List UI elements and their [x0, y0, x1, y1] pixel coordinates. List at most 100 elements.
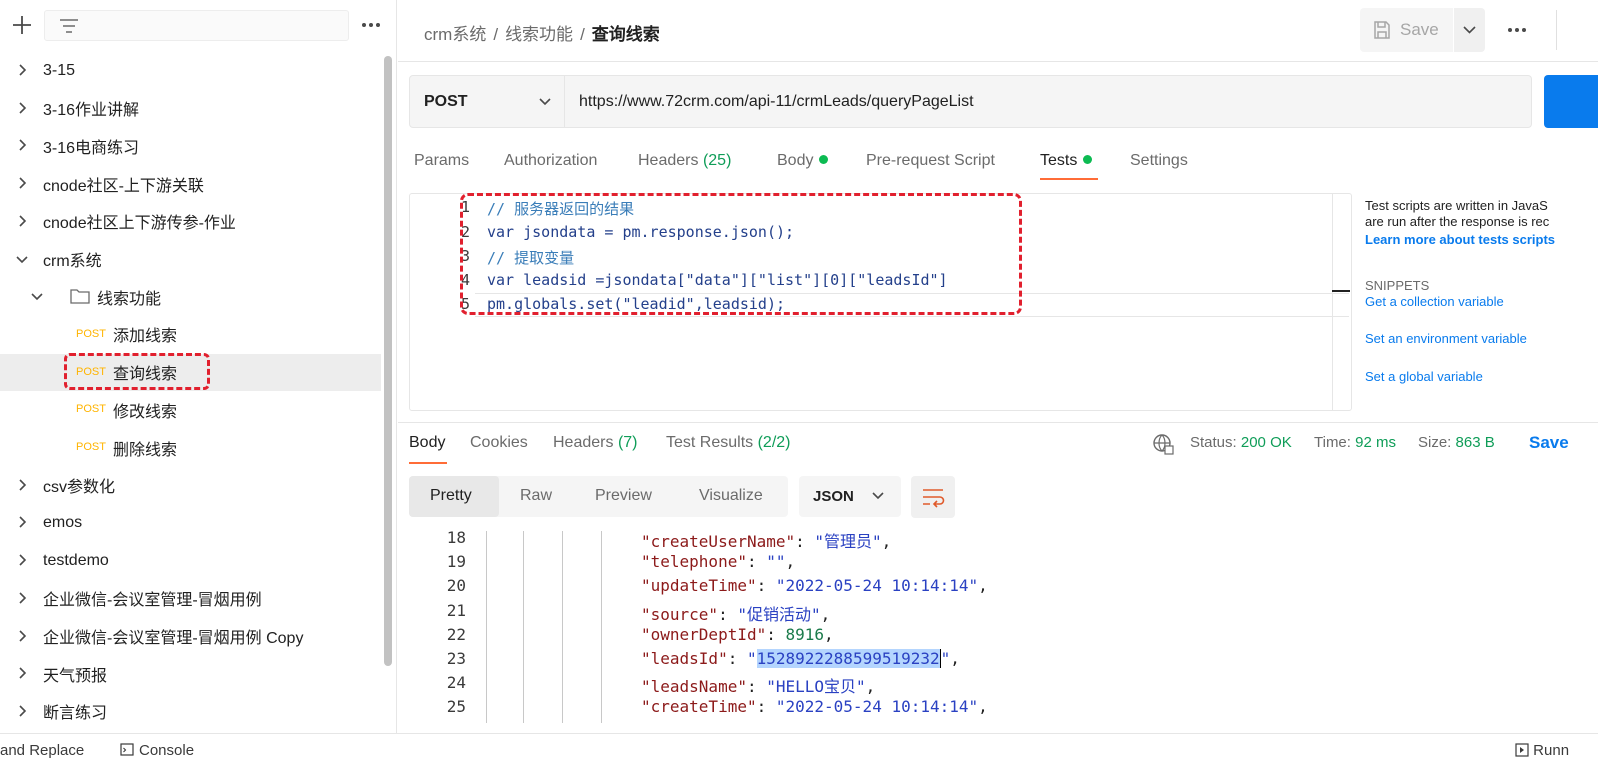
response-tab-headers[interactable]: Headers (7): [553, 434, 638, 452]
sidebar-collection-item[interactable]: cnode社区上下游传参-作业: [0, 203, 381, 240]
save-response-button[interactable]: Save: [1529, 433, 1569, 453]
sidebar-collection-item[interactable]: testdemo: [0, 542, 381, 579]
indent-guide: [486, 531, 487, 723]
sidebar-request-item[interactable]: POST 删除线索: [0, 429, 381, 466]
sidebar-collection-item[interactable]: 3-15: [0, 52, 381, 89]
url-text: https://www.72crm.com/api-11/crmLeads/qu…: [579, 92, 974, 110]
item-label: cnode社区-上下游关联: [43, 177, 204, 195]
tests-side-panel: Test scripts are written in JavaS are run…: [1365, 198, 1598, 413]
editor-scrollbar[interactable]: [1332, 194, 1351, 410]
sidebar-collection-item[interactable]: 企业微信-会议室管理-冒烟用例: [0, 580, 381, 617]
globe-icon[interactable]: [1152, 433, 1174, 455]
sidebar-request-item[interactable]: POST 修改线索: [0, 391, 381, 428]
chevron-right-icon[interactable]: [16, 102, 28, 114]
tab-pre-request-script[interactable]: Pre-request Script: [866, 152, 995, 170]
line-number: 22: [446, 624, 466, 644]
response-tab-test-results[interactable]: Test Results (2/2): [666, 434, 791, 452]
sidebar-collection-item[interactable]: csv参数化: [0, 467, 381, 504]
runner-button[interactable]: Runn: [1515, 742, 1569, 759]
sidebar-collection-item[interactable]: crm系统: [0, 241, 381, 278]
tab-headers[interactable]: Headers (25): [638, 152, 731, 170]
format-raw[interactable]: Raw: [520, 487, 552, 505]
line-number: 24: [446, 673, 466, 693]
chevron-right-icon[interactable]: [16, 705, 28, 717]
sidebar-request-item[interactable]: POST 添加线索: [0, 316, 381, 353]
sidebar-collection-item[interactable]: 天气预报: [0, 655, 381, 692]
chevron-right-icon[interactable]: [16, 592, 28, 604]
more-icon[interactable]: [360, 18, 382, 32]
learn-more-link[interactable]: Learn more about tests scripts: [1365, 232, 1598, 247]
tab-tests[interactable]: Tests: [1040, 152, 1093, 170]
chevron-right-icon[interactable]: [16, 479, 28, 491]
chevron-right-icon[interactable]: [16, 139, 28, 151]
chevron-right-icon[interactable]: [16, 667, 28, 679]
chevron-down-icon[interactable]: [31, 290, 43, 302]
response-tab-cookies[interactable]: Cookies: [470, 434, 528, 452]
chevron-right-icon[interactable]: [16, 215, 28, 227]
chevron-down-icon: [872, 492, 884, 500]
snippet-link[interactable]: Set a global variable: [1365, 369, 1483, 384]
snippet-link[interactable]: Get a collection variable: [1365, 294, 1504, 309]
sidebar-collection-item[interactable]: cnode社区-上下游关联: [0, 165, 381, 202]
url-input[interactable]: https://www.72crm.com/api-11/crmLeads/qu…: [565, 75, 1532, 128]
format-type-select[interactable]: JSON: [799, 476, 901, 517]
modified-dot: [819, 155, 829, 165]
find-replace-button[interactable]: and Replace: [0, 742, 84, 759]
json-line: "telephone": "",: [641, 552, 796, 572]
tab-settings[interactable]: Settings: [1130, 152, 1188, 170]
send-button[interactable]: [1544, 75, 1598, 128]
format-visualize[interactable]: Visualize: [699, 487, 763, 505]
wrap-lines-button[interactable]: [911, 476, 955, 518]
response-tab-body[interactable]: Body: [409, 434, 445, 452]
chevron-right-icon[interactable]: [16, 554, 28, 566]
sidebar-collection-item[interactable]: emos: [0, 504, 381, 541]
chevron-down-icon[interactable]: [16, 253, 28, 265]
save-dropdown-button[interactable]: [1454, 8, 1485, 52]
save-icon: [1374, 21, 1390, 39]
request-tabs: Params Authorization Headers (25) Body P…: [398, 140, 1598, 184]
filter-icon: [60, 19, 78, 33]
chevron-right-icon[interactable]: [16, 629, 28, 642]
plus-icon[interactable]: [10, 13, 34, 37]
tab-authorization[interactable]: Authorization: [504, 152, 597, 170]
json-line: "updateTime": "2022-05-24 10:14:14",: [641, 576, 988, 596]
console-button[interactable]: Console: [120, 742, 194, 759]
breadcrumb-collection[interactable]: crm系统: [424, 25, 486, 44]
item-label: testdemo: [43, 551, 109, 569]
item-label: 企业微信-会议室管理-冒烟用例 Copy: [43, 630, 304, 647]
chevron-right-icon[interactable]: [16, 516, 28, 528]
tab-params[interactable]: Params: [414, 152, 469, 170]
chevron-right-icon[interactable]: [16, 64, 28, 76]
format-pretty[interactable]: Pretty: [430, 487, 472, 505]
line-number: 20: [446, 576, 466, 596]
breadcrumb: crm系统 / 线索功能 / 查询线索: [424, 25, 660, 44]
request-header: crm系统 / 线索功能 / 查询线索 Save: [398, 0, 1598, 62]
save-button[interactable]: Save: [1360, 8, 1453, 52]
sidebar-scrollbar[interactable]: [384, 56, 392, 666]
item-label: 3-16电商练习: [43, 139, 140, 157]
item-label: crm系统: [43, 253, 102, 270]
more-icon[interactable]: [1506, 23, 1528, 37]
snippet-link[interactable]: Set an environment variable: [1365, 331, 1527, 346]
sidebar-filter-input[interactable]: [44, 10, 349, 41]
tab-body[interactable]: Body: [777, 152, 829, 170]
sidebar-collection-item[interactable]: 3-16电商练习: [0, 127, 381, 164]
method-select[interactable]: POST: [409, 75, 565, 128]
format-preview[interactable]: Preview: [595, 487, 652, 505]
headers-count: (25): [702, 152, 732, 169]
time-label: Time: 92 ms: [1314, 434, 1396, 451]
breadcrumb-folder[interactable]: 线索功能: [505, 25, 573, 44]
indent-guide: [523, 531, 524, 723]
response-divider[interactable]: [398, 422, 1598, 423]
breadcrumb-request[interactable]: 查询线索: [592, 25, 660, 44]
sidebar-collection-item[interactable]: 企业微信-会议室管理-冒烟用例 Copy: [0, 618, 381, 655]
sidebar-folder-item[interactable]: 线索功能: [0, 278, 381, 315]
item-label: cnode社区上下游传参-作业: [43, 215, 236, 233]
json-line: "createTime": "2022-05-24 10:14:14",: [641, 697, 988, 717]
json-line: "source": "促销活动",: [641, 604, 831, 624]
sidebar-collection-item[interactable]: 3-16作业讲解: [0, 90, 381, 127]
sidebar-collection-item[interactable]: 断言练习: [0, 693, 381, 730]
status-bar: and Replace Console Runn: [0, 733, 1598, 781]
response-body-viewer[interactable]: 18 "createUserName": "管理员", 19 "telephone":…: [409, 531, 1598, 723]
chevron-right-icon[interactable]: [16, 177, 28, 189]
